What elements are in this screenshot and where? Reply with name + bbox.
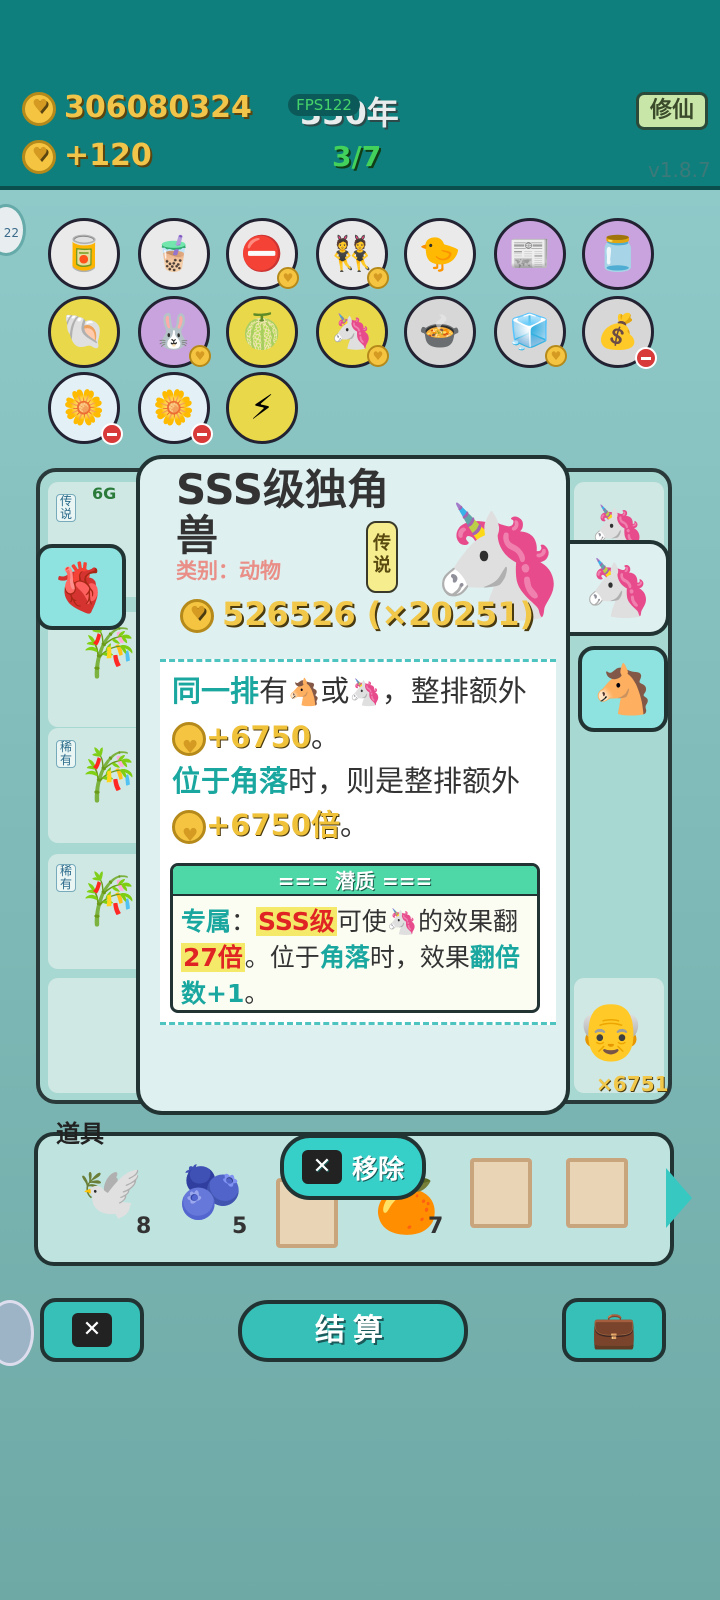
board-cell[interactable] (48, 978, 148, 1093)
potential-title: === 潜质 === (173, 866, 537, 896)
prop-count: 7 (428, 1214, 444, 1239)
settle-button[interactable]: 结算 (238, 1300, 468, 1362)
rarity-tag: 稀有 (56, 740, 76, 768)
remove-badge-icon (191, 423, 213, 445)
close-icon: ✕ (301, 1150, 342, 1184)
pot-text: 时，效果 (369, 943, 470, 972)
pot-text: 。位于 (244, 943, 320, 972)
pot-text: 。 (244, 979, 270, 1008)
pot-keyword: 角落 (319, 943, 370, 972)
heart-badge-icon: ♥ (277, 267, 299, 289)
desc-text: 时，则是整排额外 (288, 764, 521, 798)
cancel-button[interactable]: ✕ (40, 1298, 144, 1362)
desc-text: 有 (259, 674, 289, 708)
pot-highlight: SSS级 (256, 907, 337, 936)
horse-icon: 🐴 (288, 678, 321, 708)
potential-box: === 潜质 === 专属：SSS级可使🦄的效果翻27倍。位于角落时，效果翻倍数… (170, 863, 540, 1013)
bamboo-icon: 🎋 (78, 870, 141, 928)
item-lightning-icon[interactable]: ⚡ (226, 372, 298, 444)
item-tofu-icon[interactable]: 🧊 ♥ (494, 296, 567, 368)
item-unicorn-icon[interactable]: 🦄 ♥ (316, 296, 389, 368)
prop-slot[interactable] (470, 1158, 532, 1228)
heart-badge-icon: ♥ (189, 345, 211, 367)
item-bag-icon[interactable]: 💰 (582, 296, 657, 369)
unicorn-icon: 🦄 (349, 678, 382, 708)
item-flower-pot-icon[interactable]: 🌼 (138, 372, 213, 445)
version-label: v1.8.7 (648, 158, 711, 182)
remove-label: 移除 (351, 1154, 404, 1185)
item-bubble-tea-icon[interactable]: 🧋 (138, 218, 210, 290)
prop-count: 5 (232, 1214, 248, 1239)
card-description: 同一排有🐴或🦄，整排额外+6750。 位于角落时，则是整排额外+6750倍。 (172, 669, 542, 858)
coin-icon (22, 91, 56, 126)
card-rarity-tag: 传说 (366, 521, 398, 593)
coin-total-value: 306080324 (64, 90, 252, 125)
unicorn-icon: 🦄 (386, 907, 418, 936)
item-shell-icon[interactable]: 🐚 (48, 296, 120, 368)
coin-total: 306080324 (22, 90, 252, 126)
old-man-icon: 👴 (576, 999, 646, 1064)
pot-text: ： (231, 907, 257, 936)
card-tab-unicorn[interactable]: 🦄 (570, 540, 670, 636)
round-counter: 3/7 (332, 140, 382, 173)
item-jar-icon[interactable]: 🫙 (582, 218, 654, 290)
desc-text: ，整排额外 (381, 674, 527, 708)
prop-slot[interactable] (566, 1158, 628, 1228)
item-twins-icon[interactable]: 👯 ♥ (316, 218, 389, 290)
coin-income: +120 (22, 138, 152, 174)
item-flower-pot-icon[interactable]: 🌼 (48, 372, 123, 445)
close-icon: ✕ (72, 1313, 112, 1347)
pot-highlight: 27倍 (181, 943, 245, 972)
remove-button[interactable]: ✕ 移除 (280, 1134, 426, 1200)
card-price-value: 526526 (×20251) (222, 595, 535, 633)
coin-icon (180, 599, 214, 633)
fps-indicator: FPS122 (288, 94, 360, 116)
briefcase-icon: 💼 (591, 1310, 637, 1351)
potential-text: 专属：SSS级可使🦄的效果翻27倍。位于角落时，效果翻倍数+1。 (173, 896, 537, 1010)
coin-income-value: +120 (64, 138, 152, 173)
card-category: 类别：动物 (176, 559, 281, 583)
item-pot-icon[interactable]: 🍲 (404, 296, 476, 368)
pot-text: 可使 (336, 907, 387, 936)
item-chick-icon[interactable]: 🐤 (404, 218, 476, 290)
horse-button[interactable]: 🐴 (578, 646, 668, 732)
bamboo-icon: 🎋 (78, 622, 141, 680)
briefcase-button[interactable]: 💼 (562, 1298, 666, 1362)
heart-badge-icon: ♥ (545, 345, 567, 367)
remove-badge-icon (635, 347, 657, 369)
props-label: 道具 (56, 1120, 104, 1148)
item-dog-food-icon[interactable]: 🥫 (48, 218, 120, 290)
remove-badge-icon (101, 423, 123, 445)
top-bar: 306080324 +120 330年 FPS122 3/7 修仙 v1.8.7 (0, 0, 720, 190)
item-time-magazine-icon[interactable]: 📰 (494, 218, 566, 290)
coin-icon (22, 139, 56, 174)
cell-tag: 6G (92, 484, 117, 503)
rarity-tag: 稀有 (56, 864, 76, 892)
heart-badge-icon: ♥ (367, 345, 389, 367)
pot-text: 的效果翻 (417, 907, 518, 936)
bamboo-icon: 🎋 (78, 746, 141, 804)
pot-keyword: 专属 (181, 907, 232, 936)
item-pomelo-icon[interactable]: 🍈 (226, 296, 298, 368)
prop-count: 8 (136, 1214, 152, 1239)
desc-keyword: 同一排 (172, 674, 260, 708)
coin-icon (172, 722, 206, 770)
card-price: 526526 (×20251) (180, 595, 534, 633)
cultivate-button[interactable]: 修仙 (636, 92, 708, 130)
item-no-entry-icon[interactable]: ⛔ ♥ (226, 218, 299, 290)
pigeon-icon[interactable]: 🕊️ (78, 1162, 143, 1223)
item-detail-card: SSS级独角兽 类别：动物 传说 🦄 526526 (×20251) 同一排有🐴… (136, 455, 570, 1115)
desc-text: 。 (311, 720, 341, 754)
desc-bonus: +6750 (206, 720, 312, 754)
coin-icon (172, 810, 206, 858)
desc-text: 或 (320, 674, 350, 708)
liver-button[interactable]: 🫀 (36, 544, 126, 630)
rarity-tag: 传说 (56, 494, 76, 522)
item-rabbit-icon[interactable]: 🐰 ♥ (138, 296, 211, 368)
multiplier-label: ×6751 (596, 1072, 669, 1096)
desc-text: 。 (340, 808, 370, 842)
desc-bonus: +6750倍 (206, 808, 341, 842)
scroll-right-arrow-icon[interactable] (666, 1168, 692, 1228)
heart-badge-icon: ♥ (367, 267, 389, 289)
